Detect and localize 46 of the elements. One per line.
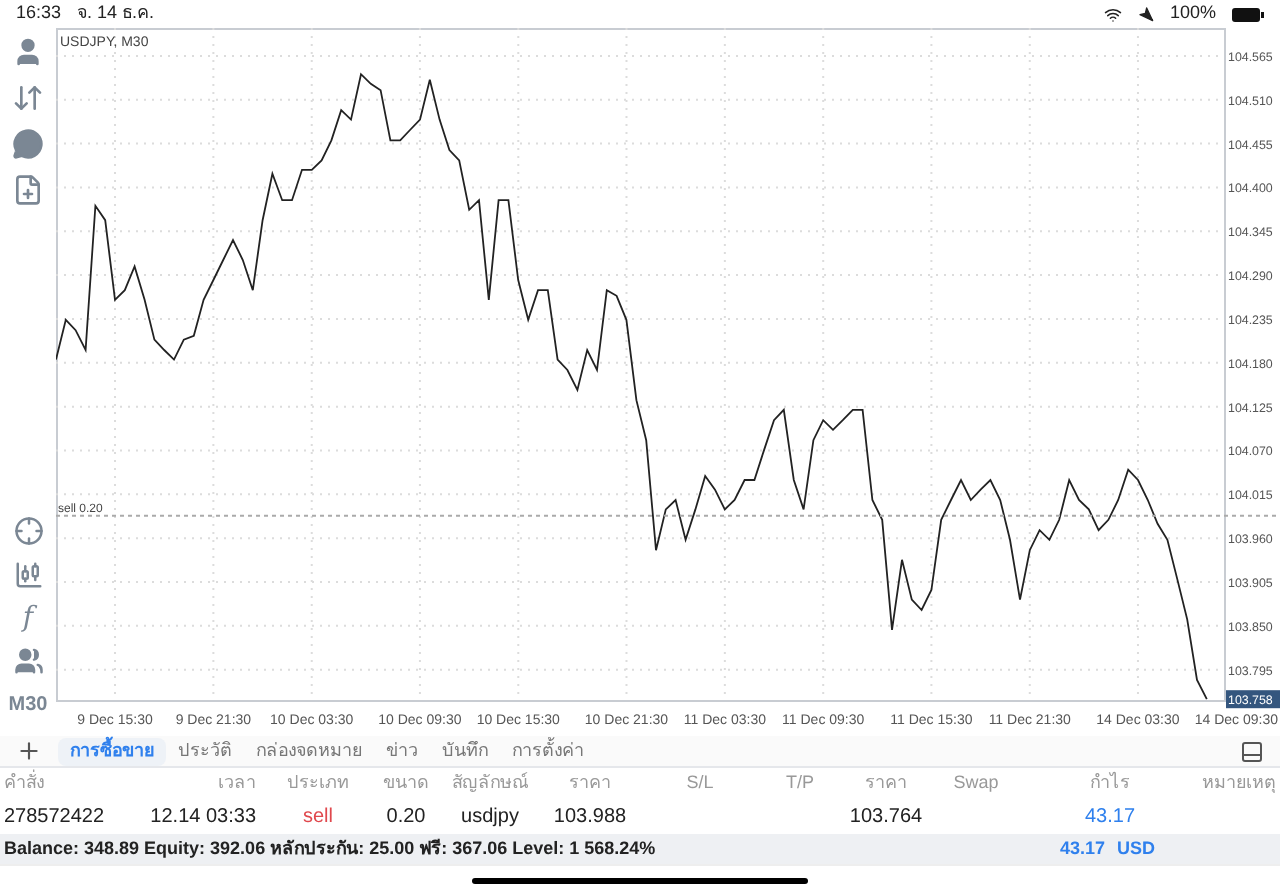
column-header: S/L <box>684 770 716 797</box>
column-header: ขนาด <box>381 770 431 797</box>
column-header: หมายเหตุ <box>1200 770 1278 797</box>
chat-icon[interactable] <box>12 128 44 160</box>
column-header: คำสั่ง <box>2 770 46 797</box>
panel-tab[interactable]: กล่องจดหมาย <box>244 737 374 765</box>
objects-icon[interactable] <box>13 646 43 676</box>
currency: USD <box>1117 835 1156 862</box>
indicator-button[interactable]: f <box>22 604 34 632</box>
table-cell-text: 0.20 <box>384 804 428 832</box>
column-header: กำไร <box>1088 770 1132 797</box>
wifi-icon <box>1103 5 1122 23</box>
table-cell-text: 43.17 <box>1082 804 1138 832</box>
column-header: เวลา <box>216 770 258 797</box>
column-header: ประเภท <box>285 770 351 797</box>
table-cell-text: sell <box>300 804 335 832</box>
trade-arrows-icon[interactable] <box>12 82 44 114</box>
status-time: 16:33 <box>16 0 62 27</box>
table-cell-text: 103.988 <box>551 804 629 832</box>
add-icon[interactable] <box>16 738 42 764</box>
column-header: ราคา <box>863 770 909 797</box>
timeframe-button[interactable]: M30 <box>8 690 48 720</box>
location-icon <box>1137 6 1154 22</box>
layout-icon[interactable] <box>1240 739 1264 763</box>
status-date: จ. 14 ธ.ค. <box>77 0 155 27</box>
new-order-icon[interactable] <box>12 174 44 206</box>
account-icon[interactable] <box>12 36 44 68</box>
panel-tab[interactable]: ประวัติ <box>166 737 244 765</box>
panel-tab[interactable]: การตั้งค่า <box>500 737 596 765</box>
crosshair-icon[interactable] <box>13 516 43 546</box>
column-header: ราคา <box>567 770 613 797</box>
column-header: T/P <box>783 770 816 797</box>
battery-percent: 100% <box>1169 0 1216 27</box>
panel-tab[interactable]: ข่าว <box>374 737 430 765</box>
column-header: Swap <box>951 770 1001 797</box>
table-cell-text: 12.14 03:33 <box>148 804 258 832</box>
total-profit: 43.17 <box>1060 835 1106 862</box>
panel-tab[interactable]: บันทึก <box>430 737 500 765</box>
account-summary: Balance: 348.89 Equity: 392.06 หลักประกัน: 25.00 ฟรี: 367.06 Level: 1 568.24% <box>2 835 658 862</box>
panel-tab[interactable]: การซื้อขาย <box>58 737 166 765</box>
table-cell-text: usdjpy <box>459 804 521 832</box>
table-cell-text: 103.764 <box>847 804 925 832</box>
table-cell-text: 278572422 <box>2 804 107 832</box>
column-header: สัญลักษณ์ <box>450 770 530 797</box>
battery-icon <box>1232 7 1264 21</box>
candlestick-icon[interactable] <box>13 560 43 590</box>
